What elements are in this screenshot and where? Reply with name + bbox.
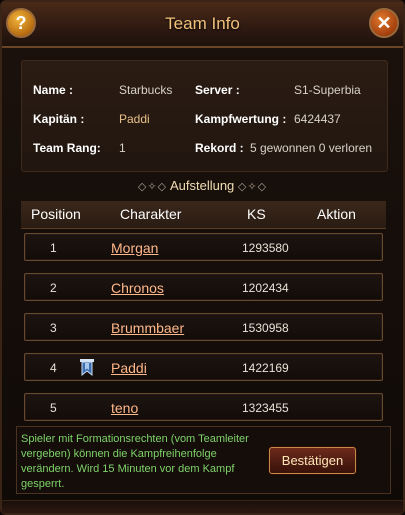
confirm-button[interactable]: Bestätigen (269, 447, 356, 474)
team-rank-label: Team Rang: (33, 141, 101, 155)
lineup-row: 5 teno 1323455 (24, 393, 383, 421)
row-position: 4 (50, 361, 57, 375)
team-rank-value: 1 (119, 141, 126, 155)
column-action: Aktion (317, 206, 356, 222)
lineup-column-header: Position Charakter KS Aktion (21, 201, 386, 229)
ornament-left-icon: ◇✧◇ (137, 181, 168, 193)
notice-text: Spieler mit Formationsrechten (vom Teaml… (21, 433, 249, 490)
team-info-box: Name : Starbucks Server : S1-Superbia Ka… (21, 60, 388, 172)
lineup-row: 1 Morgan 1293580 (24, 233, 383, 261)
column-character: Charakter (120, 206, 182, 222)
name-value: Starbucks (119, 83, 173, 97)
row-position: 5 (50, 401, 57, 415)
combat-rating-value: 6424437 (294, 112, 341, 126)
row-ks: 1293580 (242, 241, 289, 255)
bottom-frame-ornament (2, 500, 403, 513)
column-position: Position (31, 206, 81, 222)
combat-rating-label: Kampfwertung : (195, 112, 287, 126)
row-position: 1 (50, 241, 57, 255)
name-label: Name : (33, 83, 74, 97)
team-info-window: ? Team Info ✕ Name : Starbucks Server : … (0, 0, 405, 515)
character-link[interactable]: Paddi (111, 360, 147, 376)
ornament-right-icon: ◇✧◇ (237, 181, 268, 193)
lineup-row: 3 Brummbaer 1530958 (24, 313, 383, 341)
row-ks: 1202434 (242, 281, 289, 295)
column-ks: KS (247, 206, 266, 222)
captain-banner-icon (77, 357, 97, 377)
server-label: Server : (195, 83, 240, 97)
title-bar: ? Team Info ✕ (2, 2, 403, 48)
close-button[interactable]: ✕ (369, 8, 399, 38)
lineup-row: 4 Paddi 1422169 (24, 353, 383, 381)
close-x-icon: ✕ (376, 12, 392, 33)
captain-value: Paddi (119, 112, 150, 126)
record-label: Rekord : (195, 141, 244, 155)
row-ks: 1530958 (242, 321, 289, 335)
character-link[interactable]: Chronos (111, 280, 164, 296)
character-link[interactable]: Brummbaer (111, 320, 184, 336)
row-position: 3 (50, 321, 57, 335)
row-ks: 1422169 (242, 361, 289, 375)
lineup-row: 2 Chronos 1202434 (24, 273, 383, 301)
row-ks: 1323455 (242, 401, 289, 415)
record-value: 5 gewonnen 0 verloren (250, 141, 373, 155)
character-link[interactable]: Morgan (111, 240, 158, 256)
lineup-heading: ◇✧◇ Aufstellung ◇✧◇ (2, 178, 403, 193)
notice-box: Spieler mit Formationsrechten (vom Teaml… (16, 426, 391, 494)
character-link[interactable]: teno (111, 400, 138, 416)
window-title: Team Info (165, 14, 240, 33)
row-position: 2 (50, 281, 57, 295)
captain-label: Kapitän : (33, 112, 85, 126)
lineup-title: Aufstellung (169, 178, 235, 193)
server-value: S1-Superbia (294, 83, 361, 97)
